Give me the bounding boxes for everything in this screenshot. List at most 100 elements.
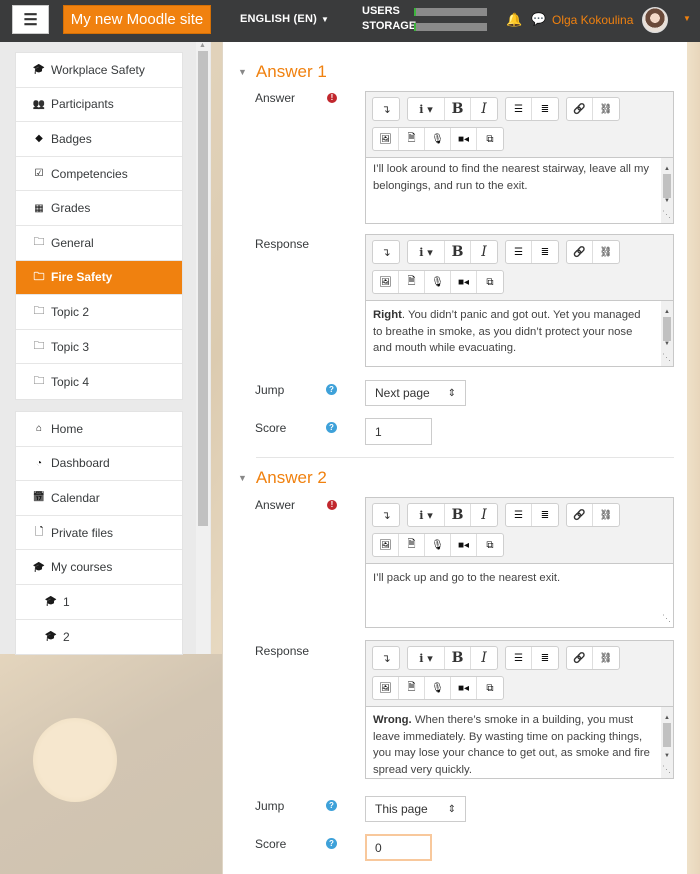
caret-down-icon[interactable]: ▼ [683,14,691,23]
italic-button[interactable]: I [471,241,497,263]
resize-handle-icon[interactable]: ⋱ [662,349,671,366]
paragraph-styles-button[interactable]: i ▾ [408,98,445,120]
nav-item-badges[interactable]: ◆ Badges [16,122,182,157]
nav-item-private-files[interactable]: 🗋 Private files [16,516,182,551]
collapse-button[interactable]: ↴ [373,98,399,120]
ordered-list-button[interactable]: ≣ [532,241,558,263]
unordered-list-button[interactable]: ☰ [506,647,532,669]
bold-button[interactable]: B [445,98,471,120]
media-button[interactable]: 🗎 [399,677,425,699]
help-icon[interactable]: ? [326,838,337,849]
resize-handle-icon[interactable]: ⋱ [662,610,671,627]
manage-files-button[interactable]: ⧉ [477,534,503,556]
ordered-list-button[interactable]: ≣ [532,504,558,526]
drawer-toggle-button[interactable]: ☰ [12,5,49,34]
unlink-button[interactable]: ⛓ [593,504,619,526]
nav-item-my-courses[interactable]: 🎓 My courses [16,550,182,585]
nav-item-topic-2[interactable]: 🗀 Topic 2 [16,295,182,330]
bold-button[interactable]: B [445,241,471,263]
paragraph-styles-button[interactable]: i ▾ [408,504,445,526]
nav-item-general[interactable]: 🗀 General [16,226,182,261]
bold-button[interactable]: B [445,647,471,669]
media-button[interactable]: 🗎 [399,534,425,556]
help-icon[interactable]: ? [326,384,337,395]
collapse-button[interactable]: ↴ [373,504,399,526]
nav-item-topic-3[interactable]: 🗀 Topic 3 [16,330,182,365]
media-button[interactable]: 🗎 [399,128,425,150]
record-video-button[interactable]: ■◂ [451,677,477,699]
italic-button[interactable]: I [471,98,497,120]
link-button[interactable]: 🔗 [567,504,593,526]
paragraph-styles-button[interactable]: i ▾ [408,647,445,669]
language-menu[interactable]: ENGLISH (EN) ▼ [240,13,329,25]
answer-1-textarea[interactable]: I’ll look around to find the nearest sta… [366,157,673,223]
italic-button[interactable]: I [471,647,497,669]
paragraph-styles-button[interactable]: i ▾ [408,241,445,263]
response-1-textarea[interactable]: Right. You didn’t panic and got out. Yet… [366,300,673,366]
nav-item-dashboard[interactable]: ◔ Dashboard [16,447,182,482]
resize-handle-icon[interactable]: ⋱ [662,206,671,223]
jump-select[interactable]: Next page ⇕ [365,380,466,406]
nav-item-grades[interactable]: ▦ Grades [16,191,182,226]
record-audio-button[interactable]: 🎙 [425,534,451,556]
bold-button[interactable]: B [445,504,471,526]
answer-2-textarea[interactable]: I’ll pack up and go to the nearest exit.… [366,563,673,627]
drawer-scrollbar[interactable]: ▲ [196,42,210,654]
chat-icon[interactable]: 💬 [531,12,546,26]
link-button[interactable]: 🔗 [567,241,593,263]
manage-files-button[interactable]: ⧉ [477,271,503,293]
record-audio-button[interactable]: 🎙 [425,128,451,150]
image-button[interactable]: 🖼 [373,677,399,699]
answer-2-header[interactable]: ▼ Answer 2 [238,468,327,488]
image-button[interactable]: 🖼 [373,534,399,556]
unlink-button[interactable]: ⛓ [593,98,619,120]
record-video-button[interactable]: ■◂ [451,534,477,556]
avatar[interactable] [642,7,668,33]
image-button[interactable]: 🖼 [373,128,399,150]
ordered-list-button[interactable]: ≣ [532,647,558,669]
nav-item-2[interactable]: 🎓 2 [16,620,182,655]
italic-button[interactable]: I [471,504,497,526]
record-video-button[interactable]: ■◂ [451,128,477,150]
unlink-button[interactable]: ⛓ [593,647,619,669]
record-video-icon: ■◂ [457,276,470,288]
record-audio-button[interactable]: 🎙 [425,271,451,293]
resize-handle-icon[interactable]: ⋱ [662,761,671,778]
nav-item-competencies[interactable]: ☑ Competencies [16,157,182,192]
collapse-button[interactable]: ↴ [373,241,399,263]
record-audio-button[interactable]: 🎙 [425,677,451,699]
score-input[interactable]: 1 [365,418,432,445]
ordered-list-button[interactable]: ≣ [532,98,558,120]
manage-files-button[interactable]: ⧉ [477,677,503,699]
help-icon[interactable]: ? [326,800,337,811]
scroll-up-icon[interactable]: ▲ [199,42,206,49]
nav-item-topic-4[interactable]: 🗀 Topic 4 [16,364,182,399]
nav-item-1[interactable]: 🎓 1 [16,585,182,620]
user-name[interactable]: Olga Kokoulina [552,13,633,27]
score-input[interactable]: 0 [365,834,432,861]
unordered-list-button[interactable]: ☰ [506,241,532,263]
collapse-button[interactable]: ↴ [373,647,399,669]
answer-1-header[interactable]: ▼ Answer 1 [238,62,327,82]
jump-select[interactable]: This page ⇕ [365,796,466,822]
link-button[interactable]: 🔗 [567,98,593,120]
scrollbar-thumb[interactable] [198,51,208,526]
unordered-list-button[interactable]: ☰ [506,98,532,120]
site-name-link[interactable]: My new Moodle site [63,5,211,34]
nav-item-calendar[interactable]: 📅 Calendar [16,481,182,516]
record-video-button[interactable]: ■◂ [451,271,477,293]
nav-item-fire-safety[interactable]: 🗀 Fire Safety [16,260,182,296]
manage-files-button[interactable]: ⧉ [477,128,503,150]
response-2-textarea[interactable]: Wrong. When there’s smoke in a building,… [366,706,673,778]
image-button[interactable]: 🖼 [373,271,399,293]
help-icon[interactable]: ? [326,422,337,433]
bell-icon[interactable]: 🔔 [506,12,522,28]
nav-item-home[interactable]: ⌂ Home [16,412,182,447]
link-button[interactable]: 🔗 [567,647,593,669]
scrollbar-thumb[interactable] [663,723,671,747]
media-button[interactable]: 🗎 [399,271,425,293]
nav-item-workplace-safety[interactable]: 🎓 Workplace Safety [16,53,182,88]
unlink-button[interactable]: ⛓ [593,241,619,263]
nav-item-participants[interactable]: 👥 Participants [16,88,182,123]
unordered-list-button[interactable]: ☰ [506,504,532,526]
